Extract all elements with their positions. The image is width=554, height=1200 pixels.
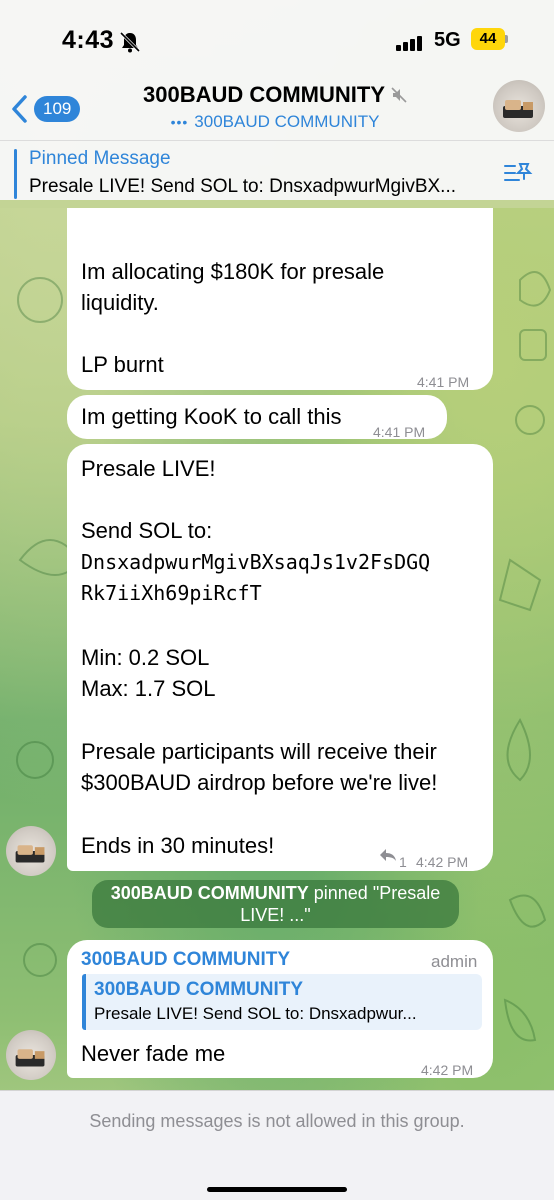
service-sender: 300BAUD COMMUNITY bbox=[110, 883, 309, 903]
message-paragraph: Presale participants will receive their … bbox=[81, 739, 438, 795]
message-text: Never fade me bbox=[81, 1041, 226, 1066]
reply-arrow-icon bbox=[380, 849, 396, 861]
reply-count[interactable]: 1 bbox=[399, 847, 407, 878]
signal-icon bbox=[396, 33, 424, 51]
unread-count-badge: 109 bbox=[34, 96, 81, 122]
back-button[interactable]: 109 bbox=[10, 92, 90, 126]
pinned-service-message[interactable]: 300BAUD COMMUNITY pinned "Presale LIVE! … bbox=[92, 880, 459, 928]
muted-speaker-icon bbox=[391, 87, 407, 103]
message-line: Ends in 30 minutes! bbox=[81, 833, 275, 858]
status-time: 4:43 bbox=[62, 26, 115, 54]
message-time: 4:42 PM bbox=[421, 1062, 474, 1078]
chevron-left-icon bbox=[12, 95, 27, 123]
message-text: Im getting KooK to call this bbox=[81, 404, 342, 429]
service-text: pinned "Presale bbox=[308, 883, 441, 903]
message-bubble[interactable]: happens next Im allocating $180K for pre… bbox=[67, 197, 493, 390]
bell-muted-icon bbox=[119, 31, 141, 53]
message-line: Send SOL to: bbox=[81, 518, 213, 543]
message-line: Presale LIVE! bbox=[81, 456, 216, 481]
avatar-image bbox=[15, 845, 45, 863]
message-bubble[interactable]: Presale LIVE! Send SOL to: DnsxadpwurMgi… bbox=[67, 444, 493, 871]
reply-title: 300BAUD COMMUNITY bbox=[94, 979, 304, 1000]
sol-address-line2[interactable]: Rk7iiXh69piRcfT bbox=[81, 578, 262, 609]
reply-text: Presale LIVE! Send SOL to: Dnsxadpwur... bbox=[94, 1004, 417, 1023]
message-time: 4:41 PM bbox=[417, 374, 470, 390]
pinned-indicator bbox=[14, 149, 17, 199]
sol-address-line1[interactable]: DnsxadpwurMgivBXsaqJs1v2FsDGQ bbox=[81, 547, 430, 578]
sender-avatar[interactable] bbox=[6, 826, 56, 876]
top-bar: 4:43 5G 44 109 300BAUD COMMUNITY ••• 300… bbox=[0, 0, 554, 208]
pinned-title: Pinned Message bbox=[29, 148, 171, 169]
sender-name[interactable]: 300BAUD COMMUNITY bbox=[81, 944, 290, 975]
message-text: Im allocating $180K for presale liquidit… bbox=[81, 259, 385, 377]
sending-not-allowed-notice: Sending messages is not allowed in this … bbox=[89, 1111, 465, 1131]
battery-tip bbox=[505, 35, 508, 43]
home-indicator[interactable] bbox=[207, 1187, 347, 1192]
network-type: 5G bbox=[434, 29, 461, 51]
battery-icon: 44 bbox=[471, 28, 505, 50]
group-avatar[interactable] bbox=[493, 80, 545, 132]
input-disabled-bar: Sending messages is not allowed in this … bbox=[0, 1090, 554, 1200]
avatar-image bbox=[503, 100, 533, 118]
message-bubble[interactable]: Im getting KooK to call this 4:41 PM bbox=[67, 395, 447, 440]
sender-role: admin bbox=[431, 952, 478, 971]
avatar-image bbox=[15, 1049, 45, 1067]
sender-avatar[interactable] bbox=[6, 1030, 56, 1080]
pin-list-icon[interactable] bbox=[503, 160, 533, 188]
reply-indicator bbox=[82, 974, 86, 1030]
reply-quote[interactable]: 300BAUD COMMUNITY Presale LIVE! Send SOL… bbox=[82, 974, 482, 1030]
message-line: Min: 0.2 SOL bbox=[81, 645, 210, 670]
message-line: Max: 1.7 SOL bbox=[81, 676, 216, 701]
typing-dots-icon: ••• bbox=[170, 114, 189, 130]
chat-subtitle: 300BAUD COMMUNITY bbox=[194, 112, 380, 131]
scroll-edge bbox=[0, 200, 554, 208]
chat-title-area[interactable]: 300BAUD COMMUNITY ••• 300BAUD COMMUNITY bbox=[110, 82, 440, 132]
service-text-2: LIVE! ..." bbox=[240, 905, 311, 925]
message-time: 4:42 PM bbox=[416, 854, 469, 870]
chat-title: 300BAUD COMMUNITY bbox=[142, 82, 386, 107]
